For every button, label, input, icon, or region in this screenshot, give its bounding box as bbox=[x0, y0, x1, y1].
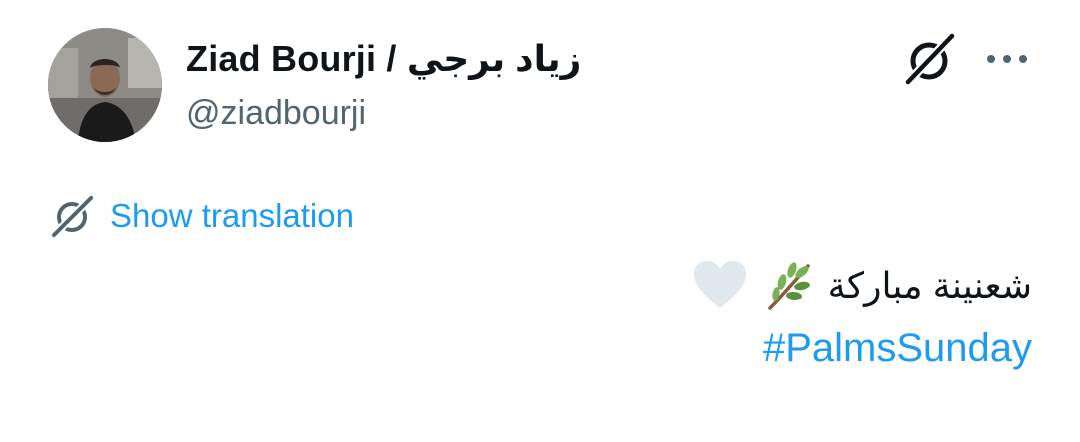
grok-translate-icon bbox=[50, 194, 95, 239]
show-translation-label: Show translation bbox=[110, 197, 354, 234]
tweet-text-body: شعنينة مباركة bbox=[827, 265, 1032, 306]
more-horizontal-icon[interactable] bbox=[982, 44, 1032, 74]
grok-icon[interactable] bbox=[900, 30, 958, 88]
author-display-name[interactable]: Ziad Bourji / زياد برجي bbox=[186, 38, 581, 80]
avatar-photo-icon bbox=[48, 28, 162, 142]
author-avatar[interactable] bbox=[48, 28, 162, 142]
tweet-text: شعنينة مباركة bbox=[692, 254, 1032, 318]
white-heart-emoji bbox=[693, 261, 746, 308]
tweet-card: Ziad Bourji / زياد برجي @ziadbourji Show… bbox=[0, 0, 1080, 442]
author-handle[interactable]: @ziadbourji bbox=[186, 94, 366, 133]
hashtag-link[interactable]: #PalmsSunday bbox=[763, 326, 1032, 371]
show-translation-button[interactable]: Show translation bbox=[48, 190, 354, 242]
palm-branch-emoji bbox=[767, 262, 810, 310]
